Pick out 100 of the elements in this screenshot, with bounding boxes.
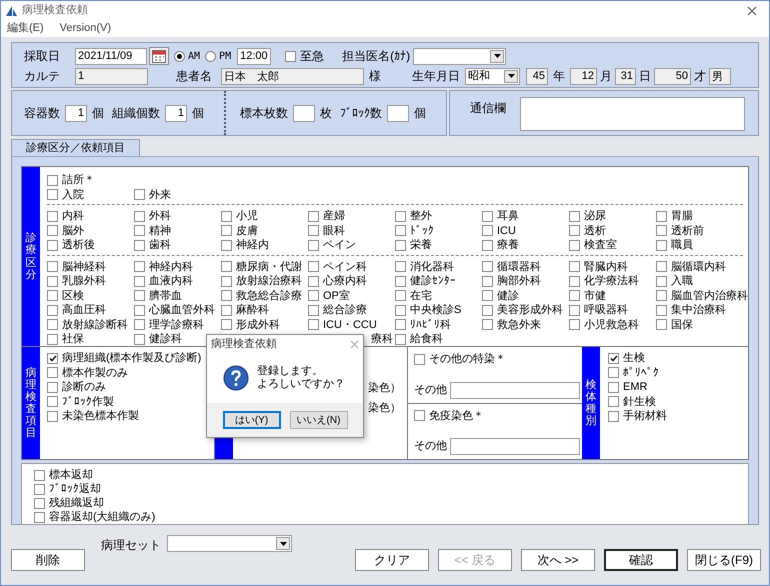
checkbox[interactable] — [569, 261, 580, 272]
delete-button[interactable]: 削除 — [11, 549, 85, 571]
calendar-button[interactable] — [149, 47, 169, 65]
checkbox[interactable] — [47, 367, 58, 378]
checkbox[interactable] — [221, 210, 232, 222]
checkbox[interactable] — [608, 367, 619, 378]
checkbox[interactable] — [414, 354, 425, 365]
checkbox[interactable] — [285, 50, 296, 62]
checkbox[interactable] — [308, 240, 319, 251]
checkbox[interactable] — [308, 304, 319, 316]
checkbox[interactable] — [608, 396, 619, 408]
month-field[interactable]: 12 — [570, 68, 597, 84]
checkbox[interactable] — [221, 290, 232, 302]
footer-button[interactable]: 確認 — [604, 549, 678, 571]
checkbox[interactable] — [34, 512, 45, 522]
checkbox[interactable] — [482, 276, 493, 287]
checkbox[interactable] — [569, 210, 580, 222]
checkbox[interactable] — [569, 319, 580, 330]
checkbox[interactable] — [134, 304, 145, 316]
checkbox[interactable] — [221, 276, 232, 287]
checkbox[interactable] — [656, 261, 667, 272]
radio-button[interactable] — [174, 50, 185, 62]
checkbox[interactable] — [221, 304, 232, 316]
checkbox[interactable] — [47, 261, 58, 272]
dropdown-button[interactable] — [504, 70, 518, 82]
close-icon[interactable] — [747, 6, 757, 16]
checkbox[interactable] — [482, 240, 493, 251]
checkbox[interactable] — [221, 319, 232, 330]
checkbox[interactable] — [656, 210, 667, 222]
checkbox[interactable] — [134, 334, 145, 345]
sex-field[interactable]: 男 — [709, 68, 731, 84]
dropdown-button[interactable] — [276, 537, 290, 550]
checkbox[interactable] — [414, 410, 425, 422]
checkbox[interactable] — [608, 352, 619, 364]
checkbox[interactable] — [395, 225, 406, 236]
patient-name-field[interactable]: 日本 太郎 — [221, 68, 364, 84]
checkbox[interactable] — [308, 276, 319, 287]
checkbox[interactable] — [308, 210, 319, 222]
checkbox[interactable] — [134, 240, 145, 251]
day-field[interactable]: 31 — [615, 68, 636, 84]
menu-item[interactable]: 編集(E) — [7, 20, 44, 37]
message-field[interactable] — [520, 97, 745, 131]
checkbox[interactable] — [656, 319, 667, 330]
checkbox[interactable] — [482, 304, 493, 316]
tab[interactable]: 診療区分／依頼項目 — [11, 139, 140, 156]
checkbox[interactable] — [569, 304, 580, 316]
checkbox[interactable] — [395, 261, 406, 272]
checkbox[interactable] — [134, 319, 145, 330]
checkbox[interactable] — [134, 210, 145, 222]
count-field[interactable]: 1 — [165, 104, 187, 122]
checkbox[interactable] — [34, 498, 45, 508]
checkbox[interactable] — [308, 225, 319, 236]
year-field[interactable]: 45 — [526, 68, 548, 84]
checkbox[interactable] — [47, 304, 58, 316]
footer-button[interactable]: クリア — [355, 549, 429, 571]
count-field[interactable]: 1 — [65, 104, 87, 122]
checkbox[interactable] — [134, 261, 145, 272]
checkbox[interactable] — [47, 210, 58, 222]
menu-item[interactable]: Version(V) — [60, 20, 112, 37]
checkbox[interactable] — [656, 304, 667, 316]
count-field[interactable] — [387, 104, 409, 122]
checkbox[interactable] — [395, 334, 406, 345]
checkbox[interactable] — [395, 319, 406, 330]
checkbox[interactable] — [47, 290, 58, 302]
checkbox[interactable] — [47, 240, 58, 251]
time-field[interactable]: 12:00 — [237, 48, 272, 64]
checkbox[interactable] — [134, 290, 145, 302]
other-field[interactable] — [450, 438, 580, 455]
checkbox[interactable] — [656, 290, 667, 302]
count-field[interactable] — [293, 104, 315, 122]
checkbox[interactable] — [47, 352, 58, 364]
checkbox[interactable] — [569, 240, 580, 251]
checkbox[interactable] — [482, 261, 493, 272]
checkbox[interactable] — [482, 319, 493, 330]
checkbox[interactable] — [134, 225, 145, 236]
checkbox[interactable] — [47, 276, 58, 287]
checkbox[interactable] — [569, 276, 580, 287]
checkbox[interactable] — [47, 225, 58, 236]
checkbox[interactable] — [569, 290, 580, 302]
era-select[interactable]: 昭和 — [465, 68, 520, 84]
radio-button[interactable] — [205, 50, 216, 62]
checkbox[interactable] — [34, 484, 45, 494]
checkbox[interactable] — [395, 210, 406, 222]
checkbox[interactable] — [308, 261, 319, 272]
checkbox[interactable] — [395, 240, 406, 251]
dropdown-button[interactable] — [490, 50, 504, 62]
checkbox[interactable] — [47, 319, 58, 330]
checkbox[interactable] — [482, 210, 493, 222]
checkbox[interactable] — [395, 304, 406, 316]
checkbox[interactable] — [482, 290, 493, 302]
checkbox[interactable] — [221, 240, 232, 251]
checkbox[interactable] — [47, 189, 58, 200]
checkbox[interactable] — [47, 396, 58, 408]
checkbox[interactable] — [395, 290, 406, 302]
date-field[interactable]: 2021/11/09 — [75, 48, 147, 64]
checkbox[interactable] — [308, 290, 319, 302]
checkbox[interactable] — [134, 189, 145, 200]
dialog-button[interactable]: はい(Y) — [222, 411, 280, 429]
footer-button[interactable]: 閉じる(F9) — [687, 549, 761, 571]
chart-field[interactable]: 1 — [75, 68, 148, 84]
